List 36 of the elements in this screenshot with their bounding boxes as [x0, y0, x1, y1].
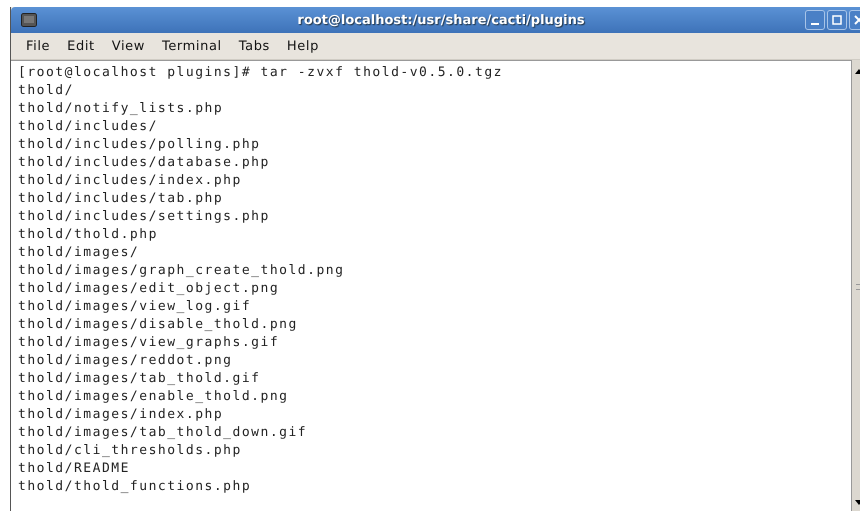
- terminal-line: thold/cli_thresholds.php: [18, 442, 243, 460]
- terminal-line: thold/images/index.php: [18, 406, 224, 424]
- monitor-icon: [21, 13, 37, 27]
- terminal-line: thold/: [18, 82, 75, 100]
- terminal-line: thold/images/graph_create_thold.png: [18, 262, 346, 280]
- menu-item[interactable]: File: [26, 38, 50, 54]
- terminal-line: thold/images/tab_thold.gif: [18, 370, 262, 388]
- terminal-line: thold/images/edit_object.png: [18, 280, 280, 298]
- terminal-line: thold/thold_functions.php: [18, 478, 252, 496]
- terminal-line: thold/images/enable_thold.png: [18, 388, 290, 406]
- terminal-line: thold/notify_lists.php: [18, 100, 224, 118]
- terminal-line: thold/images/disable_thold.png: [18, 316, 299, 334]
- terminal-line: thold/includes/database.php: [18, 154, 271, 172]
- terminal-line: thold/includes/tab.php: [18, 190, 224, 208]
- terminal-line: thold/images/tab_thold_down.gif: [18, 424, 308, 442]
- menu-item[interactable]: Terminal: [162, 38, 222, 54]
- terminal-line: [root@localhost plugins]# tar -zvxf thold-v0.5.0.tgz: [18, 64, 504, 82]
- menu-item[interactable]: Tabs: [238, 38, 270, 54]
- terminal-line: thold/includes/: [18, 118, 159, 136]
- maximize-icon: [832, 15, 842, 25]
- terminal-line: thold/images/reddot.png: [18, 352, 234, 370]
- minimize-icon: [811, 23, 819, 25]
- window-title: root@localhost:/usr/share/cacti/plugins: [296, 12, 586, 28]
- terminal-line: thold/includes/settings.php: [18, 208, 271, 226]
- menu-item[interactable]: View: [112, 38, 145, 54]
- minimize-button[interactable]: [805, 10, 825, 30]
- terminal-line: thold/images/: [18, 244, 140, 262]
- terminal-line: thold/images/view_graphs.gif: [18, 334, 280, 352]
- terminal-line: thold/includes/polling.php: [18, 136, 262, 154]
- menu-item[interactable]: Help: [286, 38, 319, 54]
- terminal-line: thold/images/view_log.gif: [18, 298, 252, 316]
- maximize-button[interactable]: [827, 10, 847, 30]
- menu-item[interactable]: Edit: [67, 38, 95, 54]
- terminal-line: thold/README: [18, 460, 131, 478]
- terminal-line: thold/thold.php: [18, 226, 159, 244]
- terminal-line: thold/includes/index.php: [18, 172, 243, 190]
